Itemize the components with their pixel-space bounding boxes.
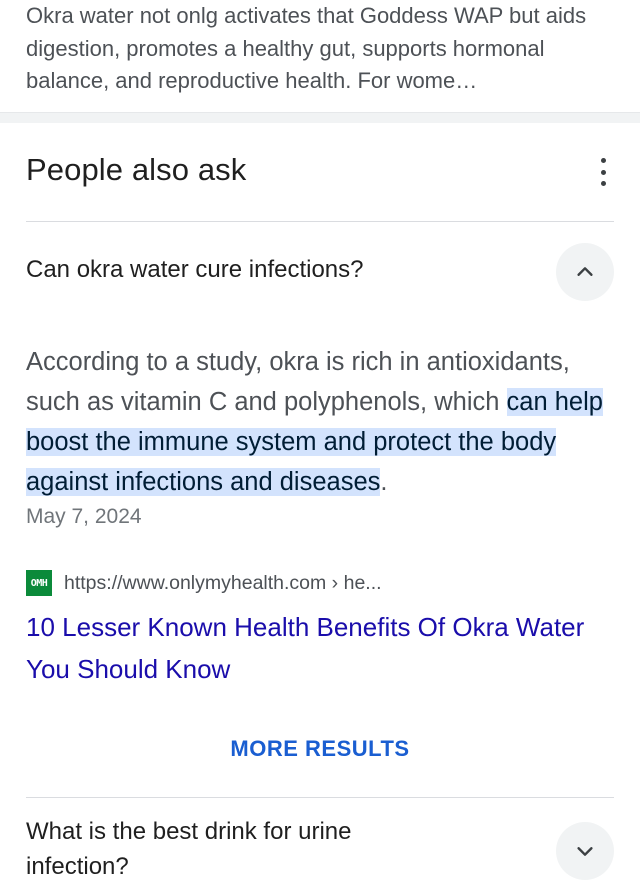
question-row-1[interactable]: Can okra water cure infections? — [26, 256, 614, 284]
source-url: https://www.onlymyhealth.com › he... — [64, 571, 382, 594]
kebab-dot — [600, 158, 606, 163]
collapse-button[interactable] — [556, 243, 614, 301]
question-row-2[interactable]: What is the best drink for urine infecti… — [26, 816, 446, 886]
question-text: What is the best drink for urine infecti… — [26, 818, 352, 880]
people-also-ask-heading: People also ask — [26, 152, 247, 187]
question-text: Can okra water cure infections? — [26, 256, 364, 283]
answer-plain: According to a study, okra is rich in an… — [26, 348, 570, 416]
kebab-dot — [600, 169, 606, 175]
answer-date: May 7, 2024 — [26, 505, 142, 528]
question-divider — [26, 797, 614, 798]
chevron-down-icon — [577, 847, 593, 856]
source-line[interactable]: OMH https://www.onlymyhealth.com › he... — [26, 570, 382, 596]
more-vert-icon[interactable] — [592, 158, 614, 186]
answer-end: . — [380, 468, 388, 496]
result-title-link[interactable]: 10 Lesser Known Health Benefits Of Okra … — [26, 606, 616, 690]
snippet-text: Okra water not onlg activates that Godde… — [26, 3, 587, 93]
site-favicon-icon: OMH — [26, 570, 52, 596]
more-results-button[interactable]: MORE RESULTS — [0, 736, 640, 762]
result-snippet: Okra water not onlg activates that Godde… — [26, 0, 616, 98]
expand-button[interactable] — [556, 822, 614, 880]
question-divider — [26, 221, 614, 222]
chevron-up-icon — [577, 267, 593, 276]
answer-text: According to a study, okra is rich in an… — [26, 342, 616, 502]
section-divider — [0, 112, 640, 123]
kebab-dot — [600, 181, 606, 186]
